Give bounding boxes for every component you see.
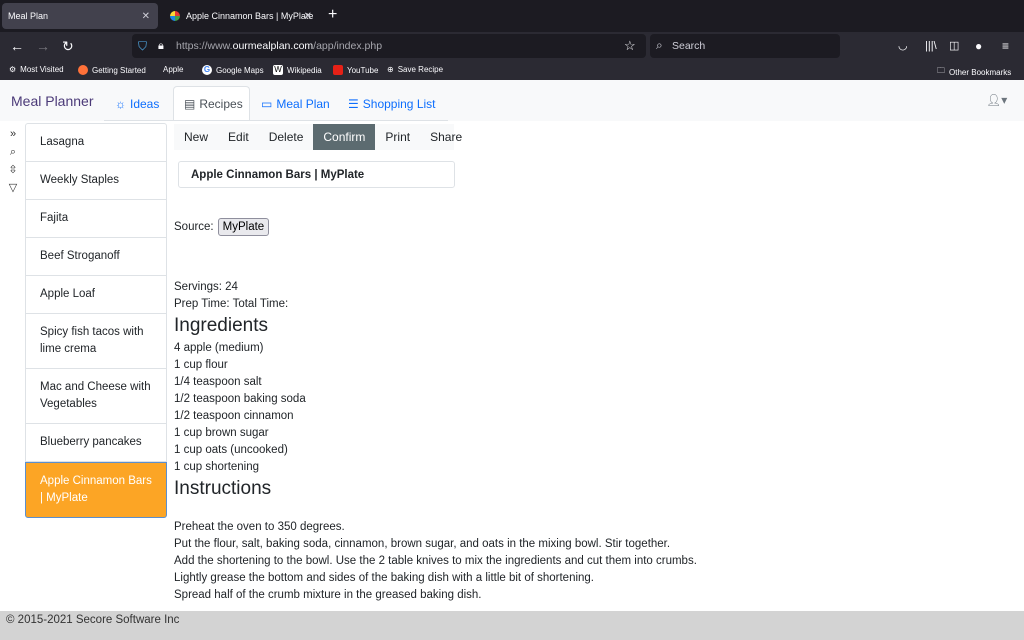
file-icon: ▤	[184, 96, 196, 111]
source-button[interactable]: MyPlate	[217, 218, 270, 236]
tab-meal-plan[interactable]: Meal Plan ✕	[2, 3, 158, 29]
instruction: Spread half of the crumb mixture in the …	[174, 589, 482, 601]
list-item[interactable]: Lasagna	[25, 123, 167, 162]
tab-label: Apple Cinnamon Bars | MyPlate	[186, 11, 314, 21]
close-icon[interactable]: ✕	[142, 11, 150, 22]
recipe-content: Servings: 24 Prep Time: Total Time: Ingr…	[174, 279, 697, 604]
servings: Servings: 24	[174, 281, 238, 293]
footer: © 2015-2021 Secore Software Inc	[0, 611, 1024, 640]
bookmark-wikipedia[interactable]: W Wikipedia	[273, 65, 322, 75]
ingredient: 1 cup flour	[174, 359, 228, 371]
new-button[interactable]: New	[174, 124, 218, 150]
filter-icon[interactable]: ▽	[4, 179, 22, 197]
globe-icon: ⊕	[387, 65, 394, 74]
bookmark-save-recipe[interactable]: ⊕ Save Recipe	[387, 65, 443, 74]
calendar-icon: ▭	[261, 96, 273, 111]
reload-icon[interactable]: ↻	[62, 38, 74, 54]
pocket-icon[interactable]: ◡	[898, 38, 908, 54]
youtube-icon	[333, 65, 343, 75]
forward-icon[interactable]: →	[36, 38, 50, 54]
search-icon: ⌕	[656, 38, 663, 52]
favicon-icon	[170, 11, 180, 21]
user-menu-icon[interactable]: 👤︎▾	[986, 93, 1007, 107]
bookmark-youtube[interactable]: YouTube	[333, 65, 378, 75]
list-item[interactable]: Fajita	[25, 200, 167, 238]
print-button[interactable]: Print	[375, 124, 420, 150]
url-bar[interactable]: ⛉ 🔒︎ https://www.ourmealplan.com/app/ind…	[132, 34, 646, 58]
firefox-icon	[78, 65, 88, 75]
ingredient: 4 apple (medium)	[174, 342, 264, 354]
tab-recipe[interactable]: Apple Cinnamon Bars | MyPlate ✕	[164, 3, 344, 29]
back-icon[interactable]: ←	[10, 38, 24, 54]
library-icon[interactable]: |||\	[925, 38, 937, 54]
list-item[interactable]: Weekly Staples	[25, 162, 167, 200]
times: Prep Time: Total Time:	[174, 298, 289, 310]
source-label: Source:	[174, 221, 214, 233]
bookmark-getting-started[interactable]: Getting Started	[78, 65, 146, 75]
confirm-button[interactable]: Confirm	[313, 124, 376, 150]
edit-button[interactable]: Edit	[218, 124, 259, 150]
nav-ideas[interactable]: ☼ Ideas	[105, 86, 169, 121]
account-icon[interactable]: ●	[975, 38, 982, 54]
new-tab-icon[interactable]: +	[328, 6, 337, 24]
search-input[interactable]: ⌕ Search	[650, 34, 840, 58]
instruction: Lightly grease the bottom and sides of t…	[174, 572, 595, 584]
sidebar-icon[interactable]: ◫	[949, 38, 959, 54]
list-icon: ☰	[348, 96, 359, 111]
recipe-list: Lasagna Weekly Staples Fajita Beef Strog…	[25, 123, 167, 518]
list-item[interactable]: Mac and Cheese with Vegetables	[25, 369, 167, 424]
expand-icon[interactable]: »	[4, 125, 22, 143]
delete-button[interactable]: Delete	[259, 124, 314, 150]
instruction: Put the flour, salt, baking soda, cinnam…	[174, 538, 671, 550]
app-navbar: Meal Planner ☼ Ideas ▤ Recipes ▭ Meal Plan …	[0, 80, 1024, 121]
nav-divider	[104, 120, 448, 121]
nav-meal-plan[interactable]: ▭ Meal Plan	[251, 86, 340, 121]
instruction: Preheat the oven to 350 degrees.	[174, 521, 345, 533]
nav-shopping-list[interactable]: ☰ Shopping List	[338, 86, 446, 121]
sort-icon[interactable]: ⇳	[4, 161, 22, 179]
url-text: https://www.ourmealplan.com/app/index.ph…	[176, 40, 383, 52]
instructions-heading: Instructions	[174, 478, 272, 499]
bookmarks-bar: ⚙ Most Visited Getting Started Apple G Goo…	[0, 60, 1024, 80]
other-bookmarks[interactable]: 🗀 Other Bookmarks	[937, 65, 1011, 79]
ingredient: 1/2 teaspoon baking soda	[174, 393, 306, 405]
star-icon[interactable]: ☆	[624, 38, 636, 54]
shield-icon[interactable]: ⛉	[138, 38, 147, 54]
list-item-selected[interactable]: Apple Cinnamon Bars | MyPlate	[25, 462, 167, 518]
gear-icon: ⚙	[9, 65, 17, 74]
ingredient: 1/4 teaspoon salt	[174, 376, 262, 388]
lock-icon[interactable]: 🔒︎	[158, 38, 164, 54]
wikipedia-icon: W	[273, 65, 283, 75]
recipe-source: Source: MyPlate	[174, 218, 270, 236]
browser-tabbar: Meal Plan ✕ Apple Cinnamon Bars | MyPlate…	[0, 0, 1024, 32]
ingredient: 1 cup oats (uncooked)	[174, 444, 288, 456]
close-icon[interactable]: ✕	[304, 11, 312, 22]
list-item[interactable]: Blueberry pancakes	[25, 424, 167, 462]
ingredient: 1 cup shortening	[174, 461, 260, 473]
nav-recipes[interactable]: ▤ Recipes	[173, 86, 250, 121]
ingredient: 1 cup brown sugar	[174, 427, 269, 439]
brand[interactable]: Meal Planner	[11, 93, 94, 109]
list-item[interactable]: Beef Stroganoff	[25, 238, 167, 276]
browser-navbar: ← → ↻ ⛉ 🔒︎ https://www.ourmealplan.com/a…	[0, 32, 1024, 60]
list-item[interactable]: Spicy fish tacos with lime crema	[25, 314, 167, 369]
search-icon[interactable]: ⌕	[4, 143, 22, 161]
sidebar-tools: » ⌕ ⇳ ▽	[4, 125, 22, 197]
recipe-title: Apple Cinnamon Bars | MyPlate	[178, 161, 455, 188]
menu-icon[interactable]: ≡	[1002, 38, 1009, 54]
ingredient: 1/2 teaspoon cinnamon	[174, 410, 294, 422]
lightbulb-icon: ☼	[115, 96, 126, 111]
bookmark-most-visited[interactable]: ⚙ Most Visited	[9, 65, 64, 74]
list-item[interactable]: Apple Loaf	[25, 276, 167, 314]
bookmark-google-maps[interactable]: G Google Maps	[202, 65, 264, 75]
instruction: Add the shortening to the bowl. Use the …	[174, 555, 697, 567]
google-icon: G	[202, 65, 212, 75]
ingredients-heading: Ingredients	[174, 315, 269, 336]
recipe-toolbar: New Edit Delete Confirm Print Share	[174, 124, 462, 150]
folder-icon: 🗀	[937, 66, 945, 75]
share-button[interactable]: Share	[420, 124, 472, 150]
tab-label: Meal Plan	[8, 11, 49, 21]
bookmark-apple[interactable]: Apple	[159, 65, 183, 74]
